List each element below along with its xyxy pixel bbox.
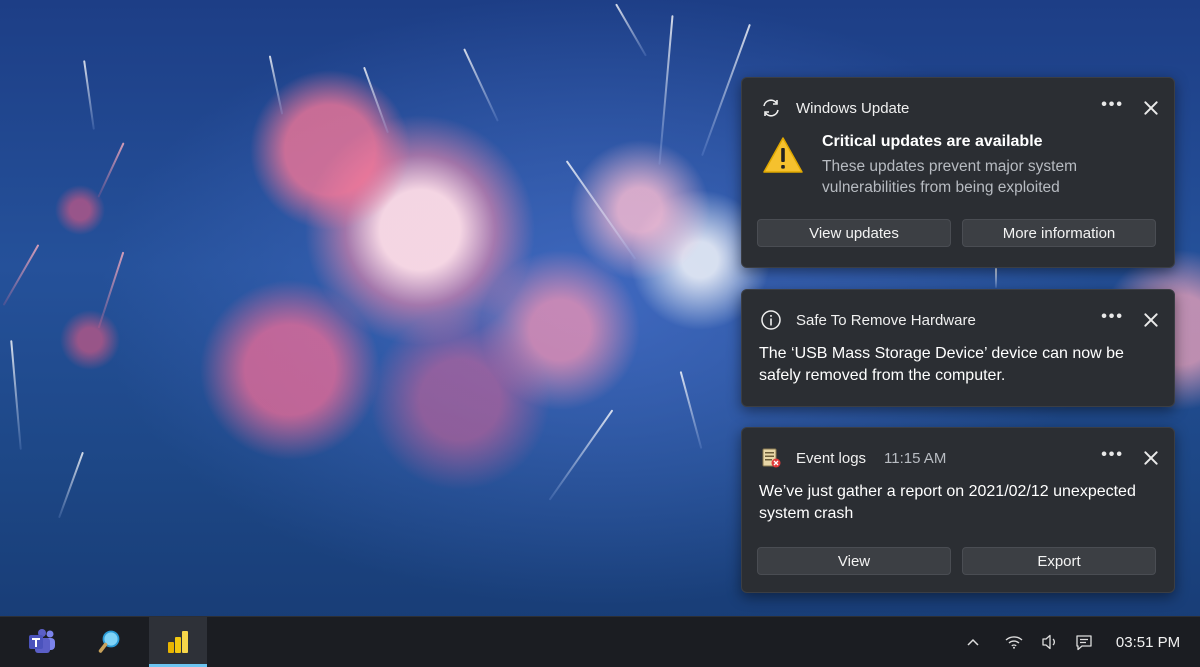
spark [83,60,95,130]
spark [2,244,40,306]
spark [363,66,389,134]
spark [97,251,125,329]
info-icon [760,309,782,331]
more-options-button[interactable]: ••• [1101,97,1124,116]
chevron-up-icon[interactable] [962,617,984,667]
close-button[interactable] [1142,311,1160,329]
spark [268,55,284,115]
refresh-icon [760,97,782,119]
teams-icon[interactable] [13,617,71,667]
more-information-button[interactable]: More information [962,219,1156,247]
notification-title: Critical updates are available [822,133,1043,150]
spark [658,15,674,165]
safe-remove-hardware-notification[interactable]: Safe To Remove Hardware ••• The ‘USB Mas… [741,289,1175,407]
export-button[interactable]: Export [962,547,1156,575]
spark [565,160,637,260]
more-options-button[interactable]: ••• [1101,447,1124,466]
spark [548,409,614,501]
notification-body: These updates prevent major system vulne… [822,158,1078,196]
power-bi-icon[interactable] [149,617,207,667]
notification-time: 11:15 AM [884,449,947,467]
spark [463,48,499,122]
volume-icon[interactable] [1038,617,1062,667]
notification-app-name: Windows Update [796,99,910,117]
event-logs-notification[interactable]: Event logs 11:15 AM ••• We’ve just gathe… [741,427,1175,593]
close-button[interactable] [1142,449,1160,467]
search-icon[interactable] [81,617,139,667]
spark [995,268,997,288]
view-button[interactable]: View [757,547,951,575]
view-updates-button[interactable]: View updates [757,219,951,247]
event-log-icon [760,447,782,469]
wifi-icon[interactable] [1002,617,1026,667]
notification-header: Safe To Remove Hardware ••• [760,308,1160,332]
spark [679,371,703,449]
spark [97,142,125,198]
notification-app-name: Event logs [796,449,867,467]
taskbar: 03:51 PM [0,616,1200,667]
spark [58,451,84,519]
notification-body: The ‘USB Mass Storage Device’ device can… [759,345,1124,384]
notification-body: We’ve just gather a report on 2021/02/12… [759,483,1136,522]
chat-icon[interactable] [1072,617,1096,667]
close-button[interactable] [1142,99,1160,117]
notification-app-name: Safe To Remove Hardware [796,311,976,329]
windows-update-notification[interactable]: Windows Update ••• Critical updates are … [741,77,1175,268]
clock[interactable]: 03:51 PM [1106,617,1190,667]
spark [10,340,22,450]
notification-header: Windows Update ••• [760,96,1160,120]
more-options-button[interactable]: ••• [1101,309,1124,328]
spark [615,3,647,57]
warning-icon [762,136,804,179]
notification-header: Event logs 11:15 AM ••• [760,446,1160,470]
